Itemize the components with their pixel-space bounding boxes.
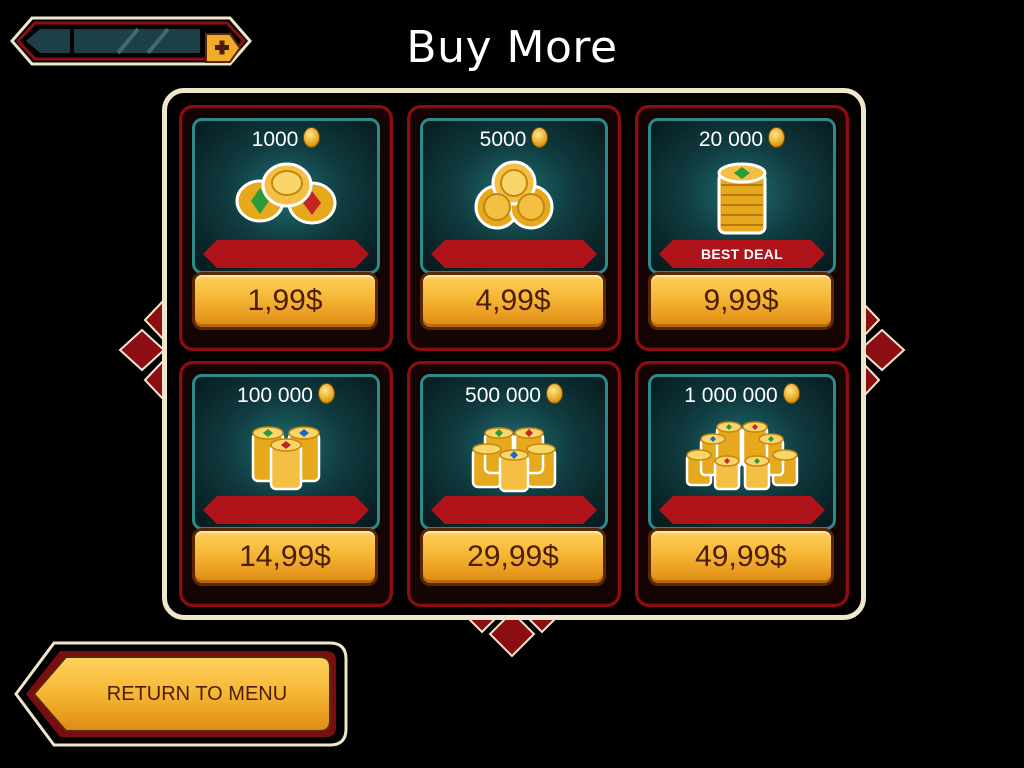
coin-pack-card: 1 000 000 49,99$ bbox=[635, 361, 849, 607]
coin-pack-card: 100 000 14,99$ bbox=[179, 361, 393, 607]
coin-pack-card: 1000 1,99$ bbox=[179, 105, 393, 351]
pack-ribbon bbox=[203, 240, 369, 268]
pack-ribbon bbox=[659, 496, 825, 524]
buy-500000-button[interactable]: 29,99$ bbox=[420, 528, 606, 586]
pack-ribbon bbox=[431, 496, 597, 524]
best-deal-badge: BEST DEAL bbox=[700, 246, 784, 262]
buy-1000000-button[interactable]: 49,99$ bbox=[648, 528, 834, 586]
pack-ribbon bbox=[203, 496, 369, 524]
buy-100000-button[interactable]: 14,99$ bbox=[192, 528, 378, 586]
coin-pack-card: 500 000 29,99$ bbox=[407, 361, 621, 607]
buy-1000-button[interactable]: 1,99$ bbox=[192, 272, 378, 330]
shop-panel: 1000 1,99$ 5000 4,99$ 20 000 BEST DEAL 9… bbox=[162, 88, 866, 620]
pack-ribbon bbox=[431, 240, 597, 268]
coin-pack-card: 5000 4,99$ bbox=[407, 105, 621, 351]
return-to-menu-button[interactable]: RETURN TO MENU bbox=[14, 641, 348, 747]
return-label: RETURN TO MENU bbox=[106, 683, 288, 705]
coin-pack-card: 20 000 BEST DEAL 9,99$ bbox=[635, 105, 849, 351]
buy-20000-button[interactable]: 9,99$ bbox=[648, 272, 834, 330]
buy-5000-button[interactable]: 4,99$ bbox=[420, 272, 606, 330]
